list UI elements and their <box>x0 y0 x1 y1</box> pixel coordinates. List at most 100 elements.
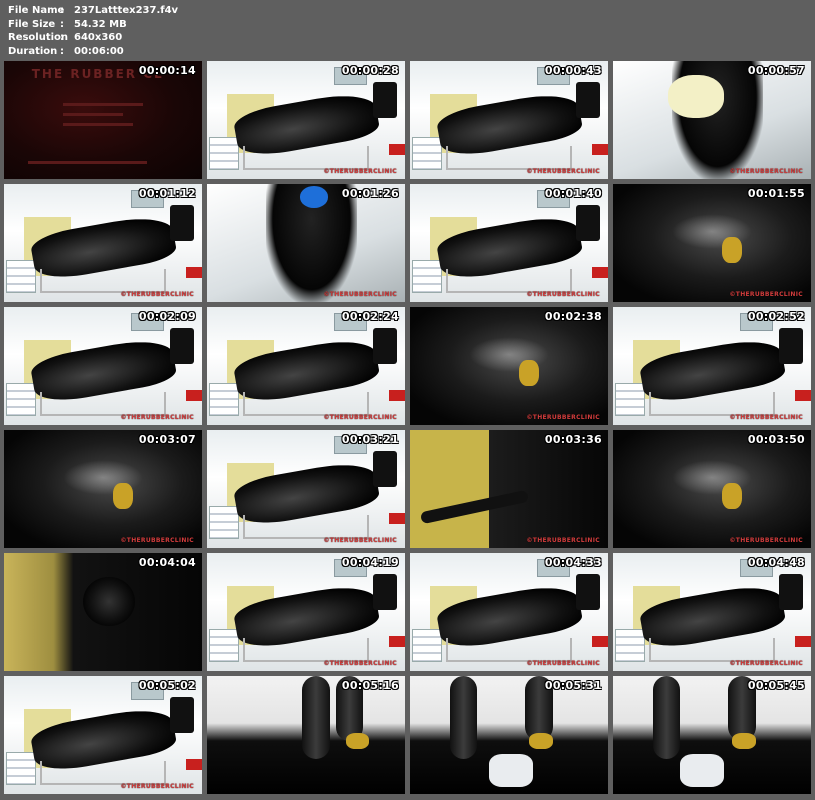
thumbnail-image <box>410 553 608 671</box>
watermark-logo: ©THERUBBERCLINIC <box>323 414 397 421</box>
gurney-frame <box>242 515 370 539</box>
exam-chair <box>170 697 195 733</box>
file-size-value: 54.32 MB <box>74 18 127 30</box>
watermark-logo: ©THERUBBERCLINIC <box>323 168 397 175</box>
watermark-logo: ©THERUBBERCLINIC <box>120 783 194 790</box>
separator: : <box>60 5 64 16</box>
blue-mask <box>300 186 328 208</box>
timestamp-label: 00:02:38 <box>544 310 602 323</box>
clear-mask <box>668 75 724 118</box>
gurney-frame <box>445 146 573 170</box>
thumbnail-image <box>613 184 811 302</box>
file-size-row: File Size : 54.32 MB <box>8 18 178 32</box>
video-thumbnail: 00:05:16 <box>207 676 405 794</box>
gas-mask <box>83 576 135 627</box>
watermark-logo: ©THERUBBERCLINIC <box>729 168 803 175</box>
thumbnail-image <box>207 553 405 671</box>
storage-cabinet <box>5 382 36 416</box>
storage-cabinet <box>614 628 645 662</box>
timestamp-label: 00:02:09 <box>138 310 196 323</box>
thumbnail-image <box>207 61 405 179</box>
title-text-line <box>63 123 133 126</box>
red-object <box>389 389 405 402</box>
timestamp-label: 00:05:02 <box>138 679 196 692</box>
video-thumbnail: 00:01:12 ©THERUBBERCLINIC <box>4 184 202 302</box>
file-name-row: File Name : 237Latttex237.f4v <box>8 4 178 18</box>
gold-accent <box>518 360 539 387</box>
storage-cabinet <box>5 259 36 293</box>
gurney-frame <box>39 269 167 293</box>
exam-chair <box>373 82 398 118</box>
timestamp-label: 00:00:28 <box>341 64 399 77</box>
watermark-logo: ©THERUBBERCLINIC <box>526 291 600 298</box>
timestamp-label: 00:03:50 <box>747 433 805 446</box>
video-thumbnail: 00:05:31 <box>410 676 608 794</box>
video-thumbnail: 00:04:48 ©THERUBBERCLINIC <box>613 553 811 671</box>
file-name-value: 237Latttex237.f4v <box>74 5 179 16</box>
exam-chair <box>170 205 195 241</box>
watermark-logo: ©THERUBBERCLINIC <box>729 660 803 667</box>
watermark-logo: ©THERUBBERCLINIC <box>526 660 600 667</box>
file-name-label: File Name <box>8 5 65 16</box>
video-thumbnail: 00:03:21 ©THERUBBERCLINIC <box>207 430 405 548</box>
storage-cabinet <box>614 382 645 416</box>
thumbnail-image <box>207 184 405 302</box>
timestamp-label: 00:04:04 <box>138 556 196 569</box>
timestamp-label: 00:00:57 <box>747 64 805 77</box>
separator: : <box>60 18 64 30</box>
timestamp-label: 00:01:40 <box>544 187 602 200</box>
timestamp-label: 00:01:26 <box>341 187 399 200</box>
white-bottle <box>489 753 533 787</box>
timestamp-label: 00:02:24 <box>341 310 399 323</box>
gurney-frame <box>39 392 167 416</box>
video-thumbnail: 00:01:40 ©THERUBBERCLINIC <box>410 184 608 302</box>
watermark-logo: ©THERUBBERCLINIC <box>323 291 397 298</box>
watermark-logo: ©THERUBBERCLINIC <box>323 660 397 667</box>
thumbnail-image <box>207 430 405 548</box>
thumbnail-image <box>4 430 202 548</box>
thumbnail-image <box>613 430 811 548</box>
watermark-logo: ©THERUBBERCLINIC <box>120 537 194 544</box>
storage-cabinet <box>5 751 36 785</box>
video-thumbnail: 00:05:02 ©THERUBBERCLINIC <box>4 676 202 794</box>
timestamp-label: 00:01:12 <box>138 187 196 200</box>
timestamp-label: 00:04:48 <box>747 556 805 569</box>
red-object <box>592 635 608 648</box>
timestamp-label: 00:02:52 <box>747 310 805 323</box>
watermark-logo: ©THERUBBERCLINIC <box>323 537 397 544</box>
gold-accent <box>345 732 370 750</box>
video-thumbnail: 00:00:28 ©THERUBBERCLINIC <box>207 61 405 179</box>
video-thumbnail: 00:03:07 ©THERUBBERCLINIC <box>4 430 202 548</box>
video-thumbnail: 00:02:38 ©THERUBBERCLINIC <box>410 307 608 425</box>
red-object <box>795 635 811 648</box>
timestamp-label: 00:05:45 <box>747 679 805 692</box>
separator: : <box>60 32 64 43</box>
timestamp-label: 00:00:43 <box>544 64 602 77</box>
video-thumbnail: THE RUBBER CL 00:00:14 <box>4 61 202 179</box>
gurney-frame <box>242 392 370 416</box>
duration-value: 00:06:00 <box>74 45 124 57</box>
red-object <box>186 389 202 402</box>
breathing-hose <box>419 489 529 524</box>
gurney-frame <box>648 392 776 416</box>
red-object <box>389 143 405 156</box>
gurney-frame <box>242 638 370 662</box>
latex-leg <box>449 676 478 759</box>
video-thumbnail: 00:03:50 ©THERUBBERCLINIC <box>613 430 811 548</box>
exam-chair <box>170 328 195 364</box>
red-object <box>592 143 608 156</box>
storage-cabinet <box>208 505 239 539</box>
watermark-logo: ©THERUBBERCLINIC <box>526 168 600 175</box>
timestamp-label: 00:03:07 <box>138 433 196 446</box>
duration-label: Duration <box>8 45 58 57</box>
red-object <box>186 758 202 771</box>
thumbnail-image <box>207 307 405 425</box>
storage-cabinet <box>208 382 239 416</box>
video-thumbnail: 00:02:52 ©THERUBBERCLINIC <box>613 307 811 425</box>
watermark-logo: ©THERUBBERCLINIC <box>729 291 803 298</box>
thumbnail-image <box>4 184 202 302</box>
title-text-line <box>63 113 123 116</box>
gurney-frame <box>445 269 573 293</box>
storage-cabinet <box>208 136 239 170</box>
exam-chair <box>576 205 601 241</box>
